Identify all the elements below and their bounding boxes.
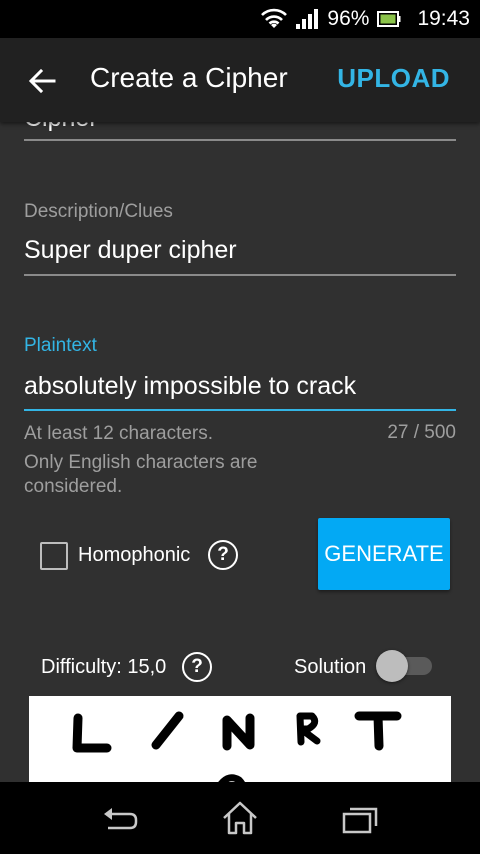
status-icons: 96% 19:43 <box>261 0 470 38</box>
recents-nav-icon[interactable] <box>340 804 380 836</box>
difficulty-help-icon[interactable]: ? <box>182 652 212 682</box>
name-field-underline <box>24 139 456 141</box>
back-nav-icon[interactable] <box>100 804 140 836</box>
navigation-bar <box>0 782 480 854</box>
signal-icon <box>296 9 319 29</box>
generate-button[interactable]: GENERATE <box>318 518 450 590</box>
description-field-underline <box>24 274 456 276</box>
solution-switch-thumb[interactable] <box>376 650 408 682</box>
description-label: Description/Clues <box>24 201 173 222</box>
arrow-back-icon[interactable] <box>26 65 58 97</box>
cipher-image <box>29 696 451 782</box>
solution-label: Solution <box>294 656 367 678</box>
clock: 19:43 <box>417 7 470 30</box>
plaintext-field[interactable]: absolutely impossible to crack <box>24 372 356 401</box>
page-title: Create a Cipher <box>90 62 288 93</box>
difficulty-label: Difficulty: 15,0 <box>41 656 167 678</box>
homophonic-label[interactable]: Homophonic <box>78 544 190 567</box>
character-counter: 27 / 500 <box>387 422 456 443</box>
cipher-glyphs-image <box>72 711 402 782</box>
home-nav-icon[interactable] <box>220 799 260 837</box>
plaintext-field-underline <box>24 409 456 411</box>
description-field[interactable]: Super duper cipher <box>24 236 237 265</box>
status-bar: 96% 19:43 <box>0 0 480 38</box>
english-note: Only English characters are considered. <box>24 452 258 497</box>
battery-icon <box>377 11 401 27</box>
form-content[interactable]: Cipher Description/Clues Super duper cip… <box>0 122 480 782</box>
homophonic-checkbox[interactable] <box>40 542 68 570</box>
app-bar: Create a Cipher UPLOAD <box>0 38 480 122</box>
plaintext-label: Plaintext <box>24 335 97 356</box>
battery-percent: 96% <box>327 7 370 30</box>
homophonic-help-icon[interactable]: ? <box>208 540 238 570</box>
name-field[interactable]: Cipher <box>24 122 98 133</box>
upload-button[interactable]: UPLOAD <box>337 63 450 94</box>
wifi-icon <box>261 8 288 28</box>
plaintext-helper: At least 12 characters. <box>24 423 214 444</box>
